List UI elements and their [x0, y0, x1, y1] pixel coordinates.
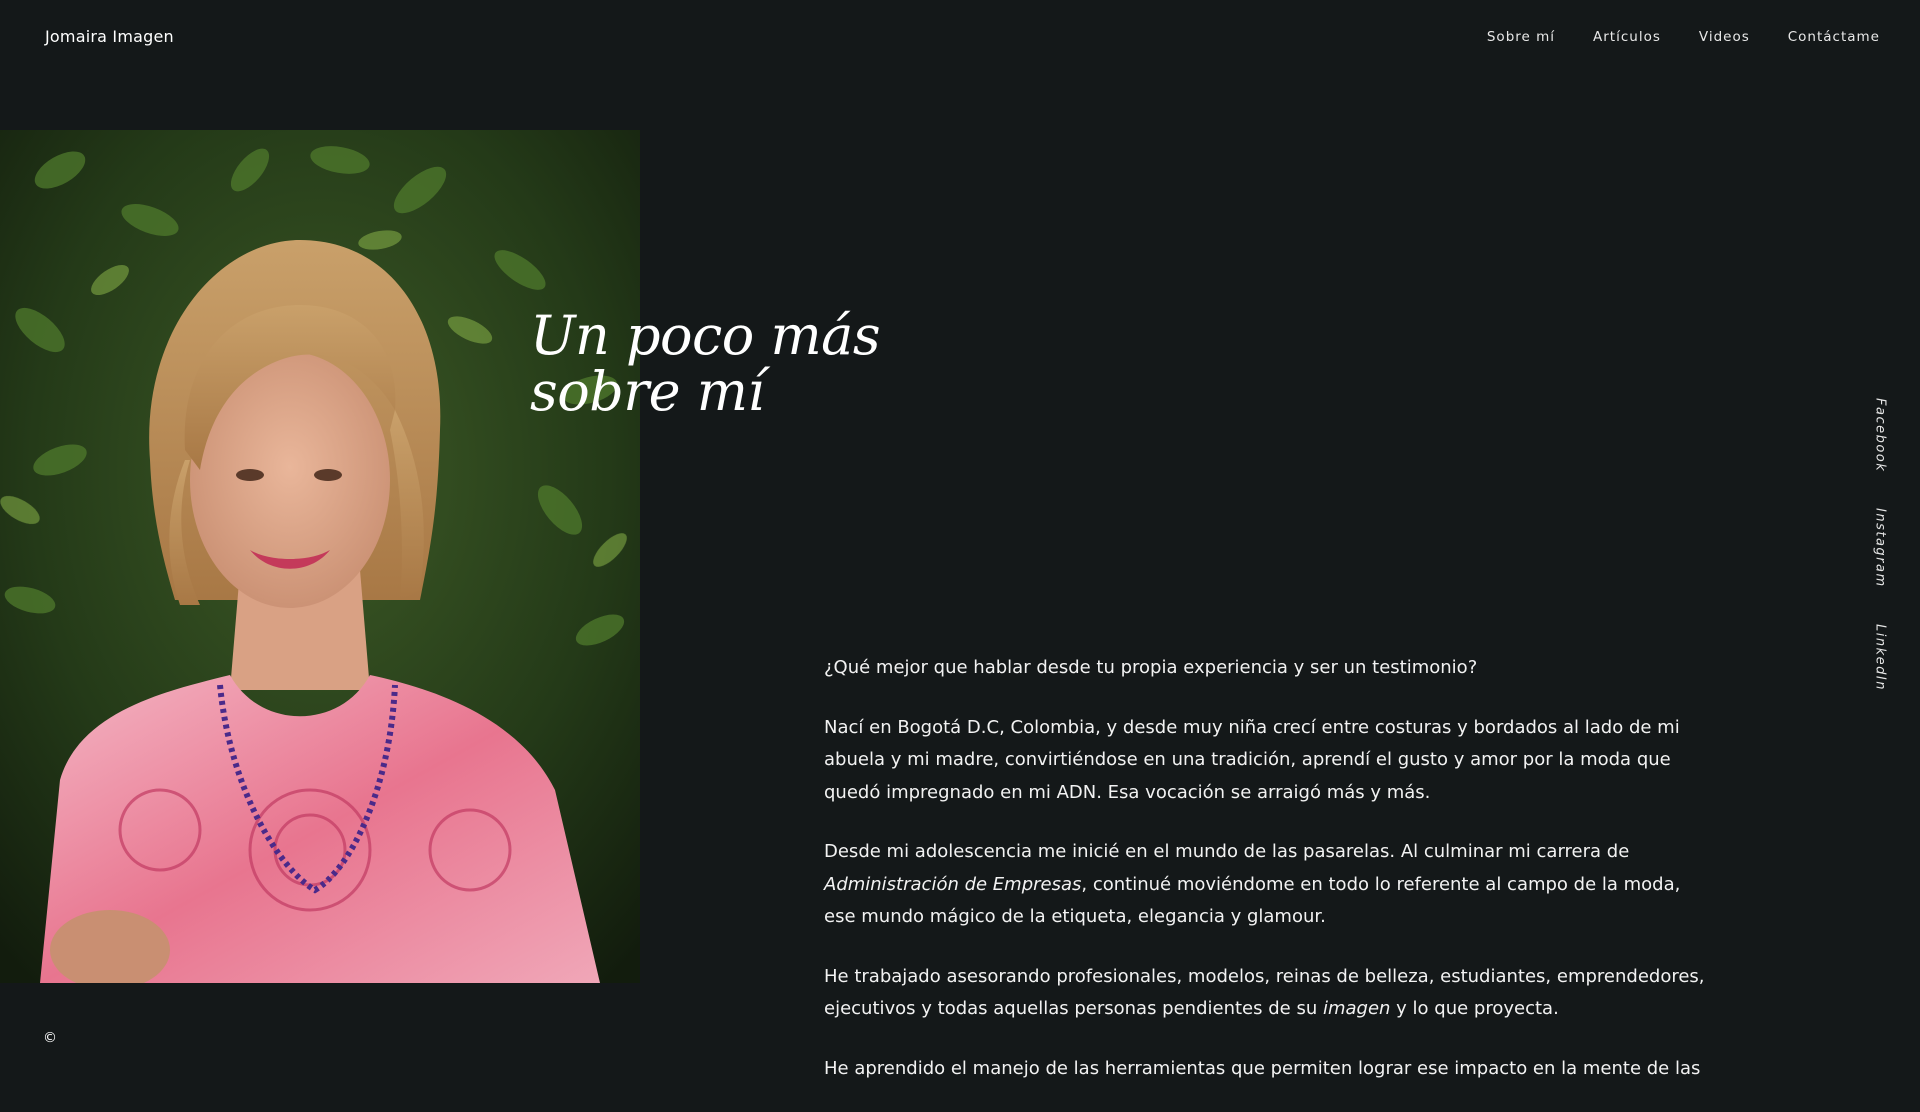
page-title: Un poco más sobre mí — [530, 308, 950, 420]
brand-logo-link[interactable]: Jomaira Imagen — [45, 27, 174, 46]
nav-item-videos[interactable]: Videos — [1699, 29, 1750, 45]
main-nav: Sobre mí Artículos Videos Contáctame — [1487, 29, 1880, 45]
bio-p3-text-a: Desde mi adolescencia me inicié en el mu… — [824, 841, 1630, 862]
portrait-photo — [0, 130, 640, 983]
bio-paragraph-4: He trabajado asesorando profesionales, m… — [824, 961, 1714, 1026]
social-link-instagram[interactable]: Instagram — [1873, 508, 1888, 588]
social-links: Facebook Instagram LinkedIn — [1870, 398, 1890, 691]
bio-paragraph-3: Desde mi adolescencia me inicié en el mu… — [824, 836, 1714, 934]
bio-paragraph-2: Nací en Bogotá D.C, Colombia, y desde mu… — [824, 716, 1680, 803]
nav-item-sobre-mi[interactable]: Sobre mí — [1487, 29, 1555, 45]
nav-item-articulos[interactable]: Artículos — [1593, 29, 1661, 45]
page-title-line-2: sobre mí — [530, 360, 765, 423]
nav-item-contactame[interactable]: Contáctame — [1788, 29, 1880, 45]
page-title-line-1: Un poco más — [530, 304, 881, 367]
bio-section: ¿Qué mejor que hablar desde tu propia ex… — [824, 652, 1714, 1112]
social-link-facebook[interactable]: Facebook — [1873, 398, 1888, 472]
bio-paragraph-5: He aprendido el manejo de las herramient… — [824, 1057, 1701, 1079]
portrait-illustration — [0, 130, 640, 983]
bio-p4-text-b: y lo que proyecta. — [1390, 998, 1559, 1019]
bio-p4-emphasis: imagen — [1322, 998, 1391, 1019]
copyright-symbol: © — [43, 1030, 57, 1046]
bio-p3-emphasis: Administración de Empresas — [824, 873, 1082, 895]
bio-p4-text-a: He trabajado asesorando profesionales, m… — [824, 965, 1705, 1020]
site-header: Jomaira Imagen Sobre mí Artículos Videos… — [0, 0, 1920, 78]
bio-paragraph-1: ¿Qué mejor que hablar desde tu propia ex… — [824, 657, 1478, 678]
social-link-linkedin[interactable]: LinkedIn — [1873, 624, 1888, 691]
